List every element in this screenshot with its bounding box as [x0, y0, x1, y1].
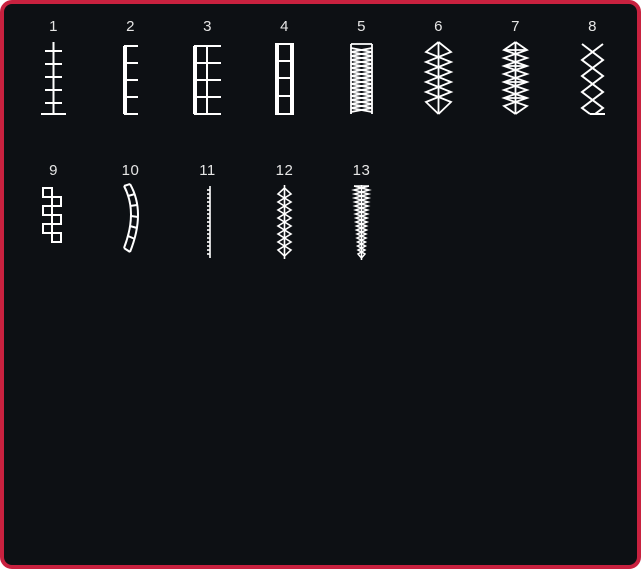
diamond-chain-stitch-icon — [416, 38, 461, 118]
stitch-number: 4 — [280, 18, 289, 35]
stitch-6[interactable]: 6 — [400, 16, 477, 160]
stitch-4[interactable]: 4 — [246, 16, 323, 160]
stitch-number: 2 — [126, 18, 135, 35]
stitch-number: 5 — [357, 18, 366, 35]
greek-key-stitch-icon — [31, 182, 76, 262]
stitch-number: 3 — [203, 18, 212, 35]
ladder-stitch-icon — [262, 38, 307, 118]
double-blanket-stitch-icon — [185, 38, 230, 118]
stitch-selection-panel: 1 2 3 4 5 6 7 8 9 10 11 12 13 — [0, 0, 641, 569]
stitch-8[interactable]: 8 — [554, 16, 631, 160]
stitch-10[interactable]: 10 — [92, 160, 169, 304]
stitch-number: 8 — [588, 18, 597, 35]
cross-stitch-icon — [570, 38, 615, 118]
stitch-3[interactable]: 3 — [169, 16, 246, 160]
stitch-1[interactable]: 1 — [15, 16, 92, 160]
triple-straight-stitch-icon — [31, 38, 76, 118]
stitch-number: 11 — [199, 162, 216, 179]
double-diamond-stitch-icon — [493, 38, 538, 118]
stitch-number: 1 — [49, 18, 58, 35]
blanket-stitch-icon — [108, 38, 153, 118]
stitch-2[interactable]: 2 — [92, 16, 169, 160]
stitch-number: 6 — [434, 18, 443, 35]
stitch-5[interactable]: 5 — [323, 16, 400, 160]
stitch-grid: 1 2 3 4 5 6 7 8 9 10 11 12 13 — [15, 16, 635, 304]
narrow-diamond-stitch-icon — [262, 182, 307, 262]
stitch-12[interactable]: 12 — [246, 160, 323, 304]
satin-bar-stitch-icon — [185, 182, 230, 262]
stitch-number: 7 — [511, 18, 520, 35]
stitch-9[interactable]: 9 — [15, 160, 92, 304]
stitch-13[interactable]: 13 — [323, 160, 400, 304]
stitch-number: 9 — [49, 162, 58, 179]
zigzag-bar-stitch-icon — [339, 38, 384, 118]
curved-scallop-stitch-icon — [108, 182, 153, 262]
tapered-point-stitch-icon — [339, 182, 384, 262]
stitch-number: 10 — [121, 162, 140, 179]
stitch-7[interactable]: 7 — [477, 16, 554, 160]
stitch-number: 12 — [275, 162, 294, 179]
stitch-number: 13 — [352, 162, 371, 179]
stitch-11[interactable]: 11 — [169, 160, 246, 304]
